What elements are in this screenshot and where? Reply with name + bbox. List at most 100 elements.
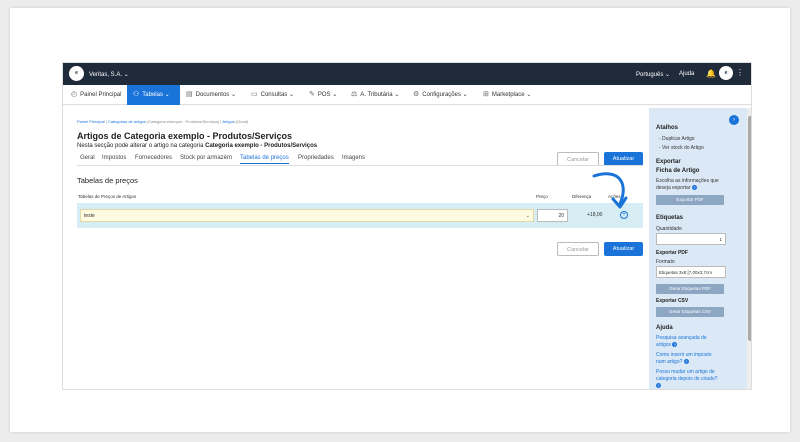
scrollbar[interactable] bbox=[747, 108, 751, 389]
generate-pdf-button[interactable]: Gerar Etiquetas PDF bbox=[656, 284, 724, 294]
help-link-category-1[interactable]: Posso mudar um artigo de bbox=[656, 369, 715, 375]
menu-item-documentos[interactable]: ▤ Documentos ⌄ bbox=[186, 85, 236, 105]
chevron-down-icon: ⌄ bbox=[665, 72, 671, 78]
menu-item-label: Consultas bbox=[260, 92, 288, 98]
info-icon[interactable]: ? bbox=[656, 383, 661, 389]
help-link-tax[interactable]: num artigo? ? bbox=[656, 359, 689, 365]
marketplace-icon: ⊞ bbox=[483, 91, 489, 98]
tab-fornecedores[interactable]: Fornecedores bbox=[135, 155, 172, 161]
help-link-tax-1[interactable]: Como inserir um imposto bbox=[656, 352, 712, 358]
menu-item-dashboard[interactable]: ◴ Painel Principal bbox=[67, 85, 125, 105]
export-pdf-button[interactable]: Exportar PDF bbox=[656, 195, 724, 205]
tab-tabelas-precos[interactable]: Tabelas de preços bbox=[240, 155, 289, 164]
help-link-search-1[interactable]: Pesquisa avançada de bbox=[656, 335, 707, 341]
pos-icon: ✎ bbox=[309, 91, 315, 98]
menu-item-tributaria[interactable]: ⚖ A. Tributária ⌄ bbox=[351, 85, 399, 105]
cancel-button-bottom[interactable]: Cancelar bbox=[557, 242, 599, 256]
menu-item-label: Tabelas bbox=[142, 92, 163, 98]
export-csv-title: Exportar CSV bbox=[656, 298, 689, 304]
main-menu: ◴ Painel Principal ⚇ Tabelas ⌄ ▤ Documentos… bbox=[63, 85, 751, 105]
dashboard-icon: ◴ bbox=[71, 91, 78, 98]
page-subtitle: Nesta secção pode alterar o artigo na ca… bbox=[77, 143, 317, 149]
page-title: Artigos de Categoria exemplo - Produtos/… bbox=[77, 131, 293, 141]
breadcrumb-articles[interactable]: Artigos bbox=[222, 119, 234, 124]
menu-item-configuracoes[interactable]: ⚙ Configurações ⌄ bbox=[413, 85, 468, 105]
help-link-tax-2: num artigo? bbox=[656, 359, 683, 365]
info-icon: ? bbox=[683, 359, 689, 365]
scrollbar-thumb[interactable] bbox=[748, 116, 751, 341]
help-link-search[interactable]: artigos ? bbox=[656, 342, 678, 348]
column-header-table: Tabelas de Preços de Artigos bbox=[78, 194, 137, 199]
info-icon[interactable]: ? bbox=[691, 185, 697, 191]
language-selector[interactable]: Português ⌄ bbox=[636, 71, 670, 78]
menu-item-marketplace[interactable]: ⊞ Marketplace ⌄ bbox=[483, 85, 531, 105]
company-selector[interactable]: Veritas, S.A. ⌄ bbox=[89, 71, 129, 78]
chevron-down-icon: ⌄ bbox=[230, 92, 237, 98]
sheet-help-2: deseja exportar bbox=[656, 185, 691, 191]
breadcrumb: Painel Principal | Categorias de artigos… bbox=[77, 119, 249, 124]
consult-icon: ▭ bbox=[251, 91, 258, 98]
tab-propriedades[interactable]: Propriedades bbox=[298, 155, 334, 161]
tab-imagens[interactable]: Imagens bbox=[342, 155, 365, 161]
column-header-price: Preço bbox=[536, 194, 548, 199]
help-link[interactable]: Ajuda bbox=[679, 71, 694, 77]
shortcut-view-stock[interactable]: - Ver stock do Artigo bbox=[659, 145, 704, 151]
info-icon: ? bbox=[672, 342, 678, 348]
menu-item-label: POS bbox=[317, 92, 331, 98]
tab-stock[interactable]: Stock por armazém bbox=[180, 155, 232, 161]
chevron-down-icon: ⌄ bbox=[164, 92, 170, 98]
breadcrumb-categories[interactable]: Categorias de artigos bbox=[108, 119, 146, 124]
document-icon: ▤ bbox=[186, 91, 193, 98]
shortcut-duplicate[interactable]: - Duplicar Artigo bbox=[659, 136, 695, 142]
price-input[interactable]: 20 bbox=[537, 209, 568, 222]
breadcrumb-articles-detail: (Geral) bbox=[235, 119, 249, 124]
subtitle-category: Categoria exemplo - Produtos/Serviços bbox=[205, 143, 318, 149]
kebab-menu-icon[interactable]: ⋮ bbox=[736, 68, 744, 77]
bell-icon[interactable]: 🔔 bbox=[706, 69, 716, 78]
quantity-input[interactable]: 1 bbox=[656, 233, 726, 245]
breadcrumb-home[interactable]: Painel Principal bbox=[77, 119, 105, 124]
menu-item-tabelas[interactable]: ⚇ Tabelas ⌄ bbox=[127, 85, 180, 105]
chevron-down-icon: ⌄ bbox=[462, 92, 468, 98]
menu-item-label: Documentos bbox=[195, 92, 230, 98]
chevron-down-icon: ⌄ bbox=[525, 213, 530, 219]
tab-impostos[interactable]: Impostos bbox=[102, 155, 126, 161]
price-table-value: teste bbox=[84, 213, 95, 219]
language-label: Português bbox=[636, 72, 664, 78]
company-name: Veritas, S.A. bbox=[89, 72, 123, 78]
chevron-down-icon: ⌄ bbox=[123, 72, 129, 78]
main-content: Painel Principal | Categorias de artigos… bbox=[69, 113, 649, 389]
quantity-label: Quantidade bbox=[656, 226, 682, 232]
sheet-help-1: Escolha as informações que bbox=[656, 178, 719, 184]
tab-bar: Geral Impostos Fornecedores Stock por ar… bbox=[77, 154, 643, 166]
sidebar: › Atalhos - Duplicar Artigo - Ver stock … bbox=[649, 108, 751, 389]
subtitle-mid: na categoria bbox=[170, 143, 204, 149]
price-table-select[interactable]: teste ⌄ bbox=[80, 209, 534, 222]
update-button-bottom[interactable]: Atualizar bbox=[604, 242, 643, 256]
export-pdf-title: Exportar PDF bbox=[656, 250, 688, 256]
menu-item-consultas[interactable]: ▭ Consultas ⌄ bbox=[251, 85, 294, 105]
chevron-down-icon: ⌄ bbox=[288, 92, 295, 98]
format-select[interactable]: Etiquetas 3x8 [7,00x3,7cm bbox=[656, 266, 726, 278]
sheet-help-line: deseja exportar ? bbox=[656, 185, 697, 191]
menu-item-label: Painel Principal bbox=[80, 92, 122, 98]
generate-csv-button[interactable]: Gerar Etiquetas CSV bbox=[656, 307, 724, 317]
sheet-title: Ficha de Artigo bbox=[656, 168, 700, 174]
menu-item-label: A. Tributária bbox=[360, 92, 393, 98]
labels-title: Etiquetas bbox=[656, 215, 684, 221]
users-icon: ⚇ bbox=[133, 91, 140, 98]
screenshot-frame: e Veritas, S.A. ⌄ Português ⌄ Ajuda 🔔 e … bbox=[10, 8, 790, 432]
chevron-down-icon: ⌄ bbox=[394, 92, 400, 98]
menu-item-label: Configurações bbox=[422, 92, 461, 98]
breadcrumb-categories-detail: (Categoria exemplo - Produtos/Serviços) bbox=[147, 119, 220, 124]
help-link-category-2[interactable]: categoria depois de criado? bbox=[656, 376, 717, 382]
top-bar: e Veritas, S.A. ⌄ Português ⌄ Ajuda 🔔 e … bbox=[63, 63, 751, 85]
menu-item-pos[interactable]: ✎ POS ⌄ bbox=[309, 85, 337, 105]
table-row: teste ⌄ 20 +18,00 + bbox=[77, 203, 643, 228]
settings-icon: ⚙ bbox=[413, 91, 420, 98]
avatar[interactable]: e bbox=[719, 66, 733, 80]
chevron-right-icon[interactable]: › bbox=[729, 115, 739, 125]
company-logo[interactable]: e bbox=[69, 66, 84, 81]
tab-geral[interactable]: Geral bbox=[80, 155, 95, 161]
help-category-info: ? bbox=[656, 383, 661, 389]
